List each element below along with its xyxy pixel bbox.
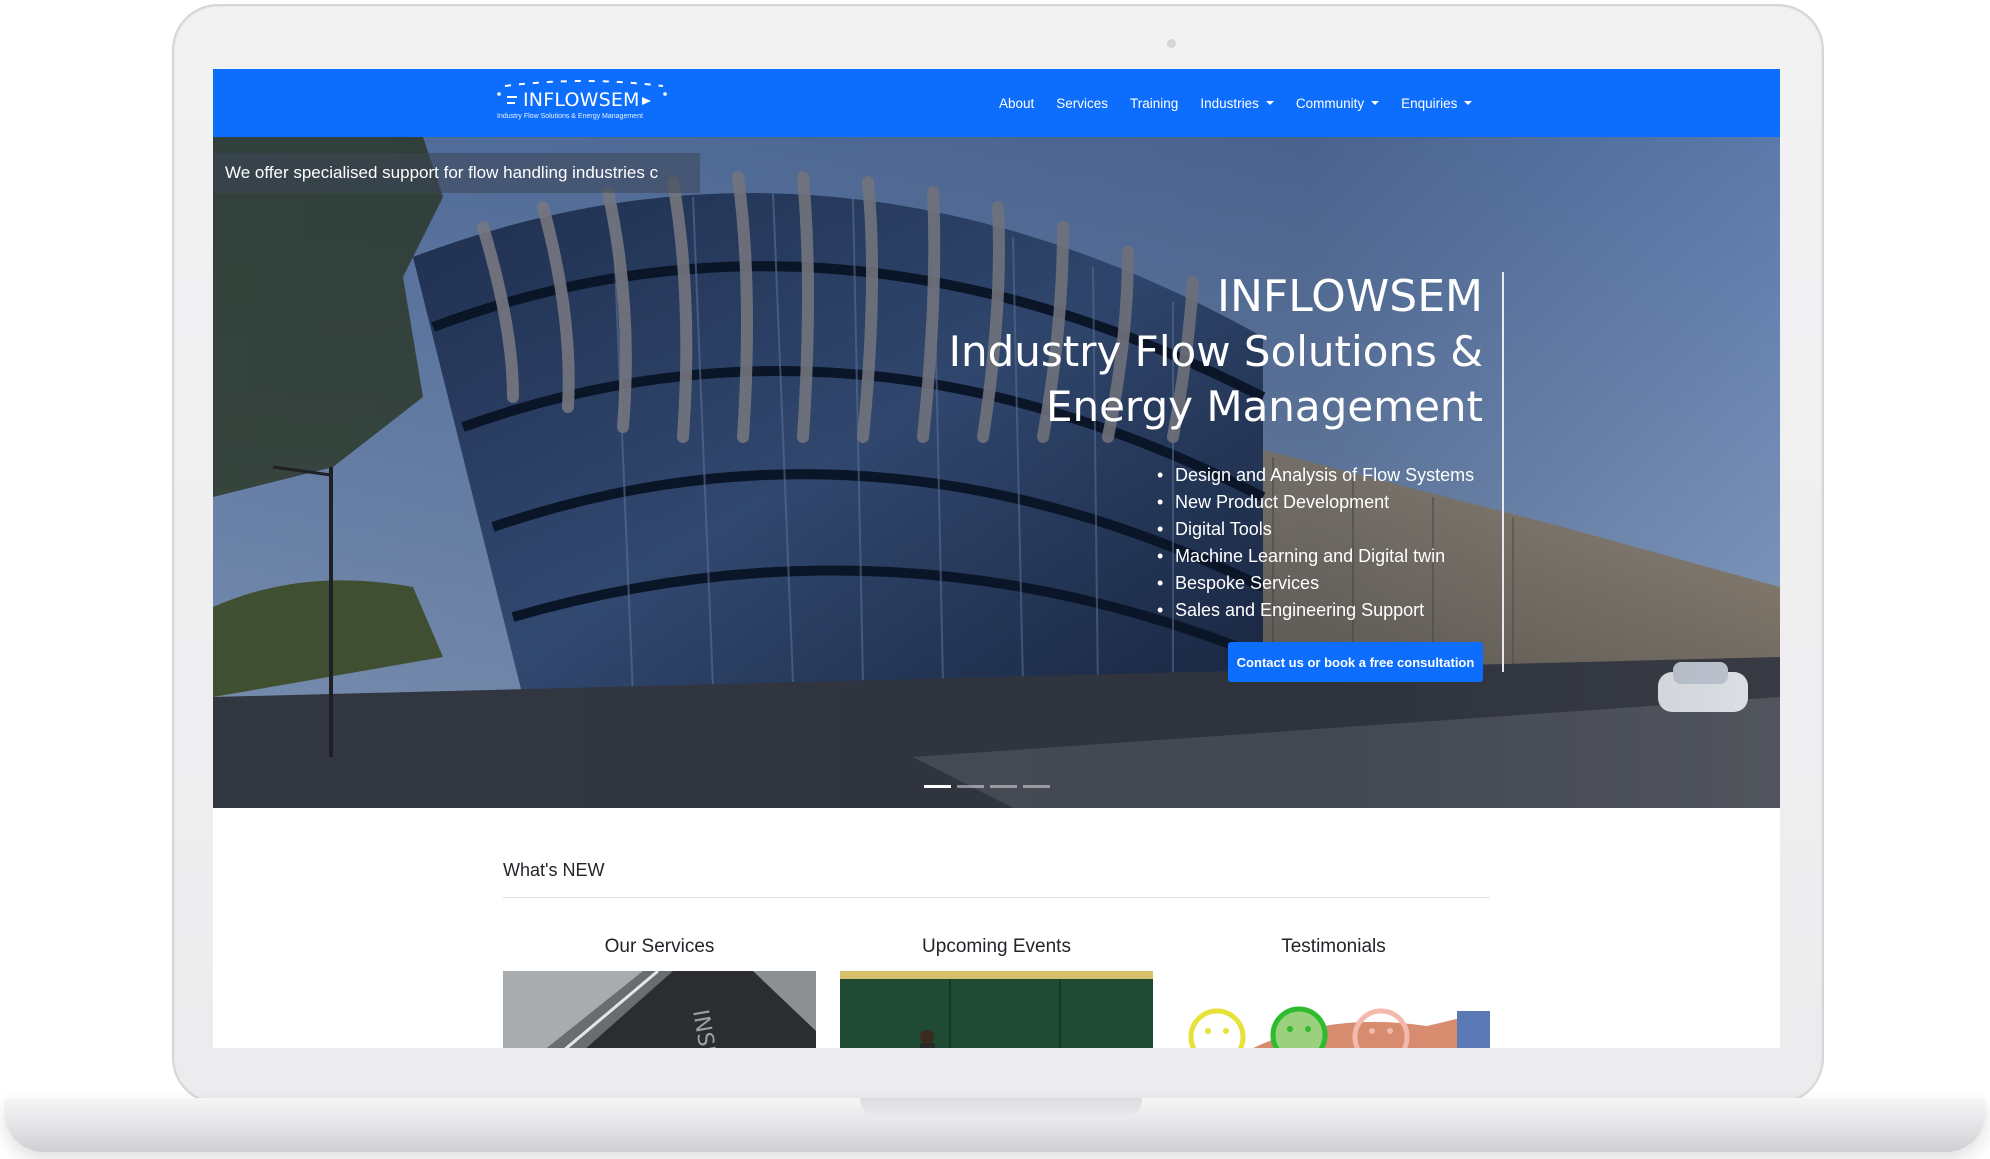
laptop-base — [4, 1098, 1986, 1152]
carousel-indicator-3[interactable] — [990, 785, 1017, 788]
list-item: Bespoke Services — [1157, 570, 1474, 597]
hero-building-image — [213, 137, 1780, 808]
nav-services-label: Services — [1056, 95, 1109, 111]
nav-services[interactable]: Services — [1056, 96, 1108, 111]
services-product-photo: INSI — [503, 971, 816, 1048]
list-item: Design and Analysis of Flow Systems — [1157, 462, 1474, 489]
navbar: INFLOWSEM Industry Flow Solutions & Ener… — [213, 69, 1780, 137]
hero-divider-line — [1502, 272, 1504, 672]
nav-industries-label: Industries — [1200, 95, 1259, 111]
our-services-title[interactable]: Our Services — [503, 936, 816, 958]
nav-community-dropdown[interactable]: Community — [1295, 95, 1380, 111]
camera-dot — [1167, 39, 1176, 48]
logo-tagline: Industry Flow Solutions & Energy Managem… — [497, 113, 643, 120]
list-item: Digital Tools — [1157, 516, 1474, 543]
news-ticker: We offer specialised support for flow ha… — [213, 153, 700, 193]
caret-down-icon — [1464, 101, 1473, 105]
upcoming-events-image[interactable] — [840, 971, 1153, 1048]
testimonials-image[interactable] — [1177, 971, 1490, 1048]
hero-title-line2: Industry Flow Solutions & — [948, 327, 1483, 376]
hero-title-line1: INFLOWSEM — [1217, 271, 1483, 322]
browser-screen: INFLOWSEM Industry Flow Solutions & Ener… — [213, 69, 1780, 1048]
our-services-image[interactable]: INSI — [503, 971, 816, 1048]
carousel-indicators — [924, 785, 1050, 788]
nav-enquiries-dropdown[interactable]: Enquiries — [1401, 95, 1473, 111]
carousel-indicator-4[interactable] — [1023, 785, 1050, 788]
contact-consultation-button[interactable]: Contact us or book a free consultation — [1228, 642, 1483, 682]
caret-down-icon — [1265, 101, 1274, 105]
nav-enquiries-label: Enquiries — [1401, 95, 1458, 111]
hero-services-list: Design and Analysis of Flow Systems New … — [1157, 462, 1474, 624]
list-item: Machine Learning and Digital twin — [1157, 543, 1474, 570]
nav-links: About Services Training Industries Commu… — [999, 69, 1494, 137]
nav-about-label: About — [999, 95, 1035, 111]
caret-down-icon — [1371, 101, 1380, 105]
section-divider — [503, 897, 1490, 898]
laptop-base-notch — [860, 1098, 1142, 1120]
list-item: New Product Development — [1157, 489, 1474, 516]
hero-title: INFLOWSEM Industry Flow Solutions & Ener… — [949, 269, 1483, 434]
testimonials-feedback-photo — [1177, 971, 1490, 1048]
whats-new-heading: What's NEW — [503, 860, 605, 880]
nav-industries-dropdown[interactable]: Industries — [1200, 96, 1274, 111]
list-item: Sales and Engineering Support — [1157, 597, 1474, 624]
hero-title-line3: Energy Management — [1045, 382, 1483, 431]
logo-text: INFLOWSEM — [523, 89, 640, 111]
testimonials-title[interactable]: Testimonials — [1177, 936, 1490, 958]
nav-about[interactable]: About — [999, 96, 1034, 111]
nav-training[interactable]: Training — [1130, 96, 1178, 111]
hero-carousel: We offer specialised support for flow ha… — [213, 137, 1780, 808]
nav-training-label: Training — [1130, 95, 1179, 111]
events-classroom-photo — [840, 971, 1153, 1048]
carousel-indicator-2[interactable] — [957, 785, 984, 788]
upcoming-events-title[interactable]: Upcoming Events — [840, 936, 1153, 958]
nav-community-label: Community — [1295, 95, 1365, 111]
carousel-indicator-1[interactable] — [924, 785, 951, 788]
site-logo[interactable]: INFLOWSEM Industry Flow Solutions & Ener… — [493, 79, 673, 129]
